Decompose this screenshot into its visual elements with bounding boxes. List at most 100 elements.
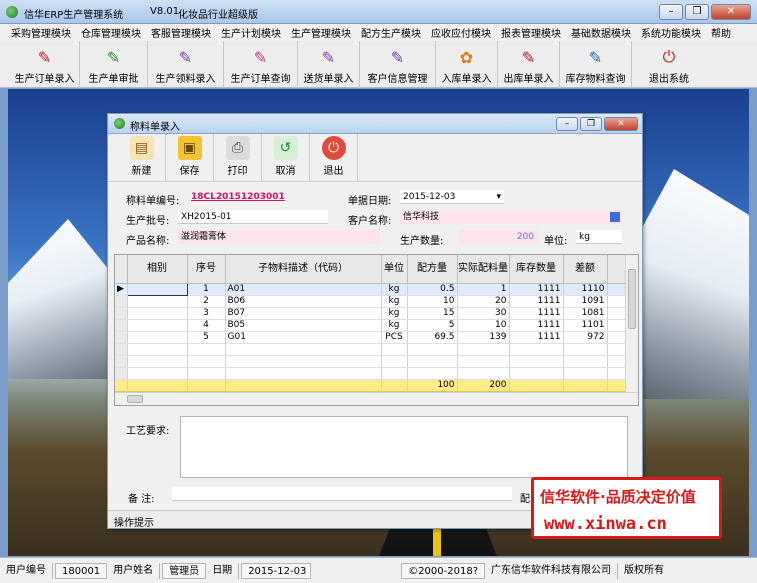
cell-formula[interactable]: 15	[407, 307, 458, 320]
save-button[interactable]: ▣ 保存	[166, 134, 214, 181]
cell-seq[interactable]: 3	[187, 307, 226, 320]
cell-seq[interactable]: 1	[187, 283, 226, 296]
cell-formula[interactable]: 69.5	[407, 331, 458, 344]
cell-desc[interactable]: B07	[225, 307, 382, 320]
menu-purchase[interactable]: 采购管理模块	[6, 25, 76, 40]
cell-actual[interactable]: 1	[457, 283, 510, 296]
col-actual[interactable]: 实际配料量	[457, 255, 510, 284]
toolbar-order-query[interactable]: ✎ 生产订单查询	[224, 41, 298, 88]
dialog-close-button[interactable]: ✕	[604, 117, 638, 131]
restore-button[interactable]: ❐	[685, 4, 709, 20]
col-unit[interactable]: 单位	[381, 255, 408, 284]
toolbar-delivery-entry[interactable]: ✎ 送货单录入	[298, 41, 360, 88]
cell-stock[interactable]: 1111	[509, 319, 564, 332]
cell-unit[interactable]: kg	[381, 307, 408, 320]
table-row[interactable]: 3 B07 kg 15 30 1111 1081	[115, 307, 628, 320]
toolbar-customer-info[interactable]: ✎ 客户信息管理	[360, 41, 436, 88]
cell-group[interactable]	[127, 295, 188, 308]
print-button[interactable]: ⎙ 打印	[214, 134, 262, 181]
cell-actual[interactable]: 10	[457, 319, 510, 332]
customer-field[interactable]: 信华科技	[400, 210, 622, 224]
cell-group[interactable]	[127, 331, 188, 344]
col-seq[interactable]: 序号	[187, 255, 226, 284]
cell-desc[interactable]: A01	[225, 283, 382, 296]
grid-vertical-scrollbar[interactable]	[625, 255, 638, 393]
grid-horizontal-scrollbar[interactable]	[115, 392, 638, 405]
cell-unit[interactable]: kg	[381, 283, 408, 296]
cell-desc[interactable]: B05	[225, 319, 382, 332]
cell-stock[interactable]: 1111	[509, 307, 564, 320]
minimize-button[interactable]: –	[659, 4, 683, 20]
table-row[interactable]: ▶ 1 A01 kg 0.5 1 1111 1110	[115, 282, 628, 296]
toolbar-inventory-query[interactable]: ✎ 库存物料查询	[560, 41, 632, 88]
cell-unit[interactable]: kg	[381, 319, 408, 332]
cell-seq[interactable]: 5	[187, 331, 226, 344]
toolbar-production-approve[interactable]: ✎ 生产单审批	[80, 41, 148, 88]
cell-diff[interactable]: 1110	[563, 283, 608, 296]
menu-help[interactable]: 帮助	[706, 25, 736, 40]
order-no-value[interactable]: 18CL20151203001	[188, 190, 332, 204]
batch-field[interactable]: XH2015-01	[178, 210, 328, 224]
col-formula[interactable]: 配方量	[407, 255, 458, 284]
menu-reports[interactable]: 报表管理模块	[496, 25, 566, 40]
unit-field[interactable]: kg	[576, 230, 622, 244]
table-row[interactable]: 4 B05 kg 5 10 1111 1101	[115, 319, 628, 332]
toolbar-material-pick[interactable]: ✎ 生产领料录入	[148, 41, 224, 88]
cancel-button[interactable]: ↺ 取消	[262, 134, 310, 181]
menu-system[interactable]: 系统功能模块	[636, 25, 706, 40]
product-field[interactable]: 滋润霜膏体	[178, 230, 380, 244]
menu-ar-ap[interactable]: 应收应付模块	[426, 25, 496, 40]
cell-group[interactable]	[127, 319, 188, 332]
col-diff[interactable]: 差额	[563, 255, 608, 284]
cell-seq[interactable]: 2	[187, 295, 226, 308]
cell-diff[interactable]: 972	[563, 331, 608, 344]
cell-unit[interactable]: PCS	[381, 331, 408, 344]
note-input[interactable]	[172, 487, 512, 501]
table-row[interactable]: 5 G01 PCS 69.5 139 1111 972	[115, 331, 628, 344]
chevron-down-icon[interactable]: ▾	[496, 190, 501, 204]
new-button[interactable]: ▤ 新建	[118, 134, 166, 181]
cell-stock[interactable]: 1111	[509, 331, 564, 344]
cell-stock[interactable]: 1111	[509, 283, 564, 296]
date-picker[interactable]: 2015-12-03 ▾	[400, 190, 504, 204]
cell-formula[interactable]: 10	[407, 295, 458, 308]
cell-desc[interactable]: B06	[225, 295, 382, 308]
cell-diff[interactable]: 1081	[563, 307, 608, 320]
main-toolbar: ✎ 生产订单录入 ✎ 生产单审批 ✎ 生产领料录入 ✎ 生产订单查询 ✎ 送货单…	[0, 41, 757, 88]
cell-diff[interactable]: 1101	[563, 319, 608, 332]
dialog-minimize-button[interactable]: –	[556, 117, 578, 131]
table-row[interactable]: 2 B06 kg 10 20 1111 1091	[115, 295, 628, 308]
col-stock[interactable]: 库存数量	[509, 255, 564, 284]
cell-group[interactable]	[126, 282, 188, 296]
cell-formula[interactable]: 0.5	[407, 283, 458, 296]
col-desc[interactable]: 子物料描述（代码）	[225, 255, 382, 284]
process-req-textarea[interactable]	[180, 416, 628, 478]
exit-button[interactable]: ⏻ 退出	[310, 134, 358, 181]
close-button[interactable]: ✕	[711, 4, 751, 20]
col-group[interactable]: 相别	[127, 255, 188, 284]
cell-seq[interactable]: 4	[187, 319, 226, 332]
menu-production[interactable]: 生产管理模块	[286, 25, 356, 40]
toolbar-stock-in[interactable]: ✿ 入库单录入	[436, 41, 498, 88]
cell-actual[interactable]: 20	[457, 295, 510, 308]
lookup-icon[interactable]	[610, 212, 620, 222]
toolbar-stock-out[interactable]: ✎ 出库单录入	[498, 41, 560, 88]
cell-actual[interactable]: 139	[457, 331, 510, 344]
menu-warehouse[interactable]: 仓库管理模块	[76, 25, 146, 40]
menu-formula[interactable]: 配方生产模块	[356, 25, 426, 40]
cell-desc[interactable]: G01	[225, 331, 382, 344]
menu-production-plan[interactable]: 生产计划模块	[216, 25, 286, 40]
product-label: 产品名称:	[126, 236, 170, 247]
cell-diff[interactable]: 1091	[563, 295, 608, 308]
qty-field[interactable]: 200	[458, 230, 538, 244]
menu-customer-service[interactable]: 客服管理模块	[146, 25, 216, 40]
menu-base-data[interactable]: 基础数据模块	[566, 25, 636, 40]
toolbar-production-order-entry[interactable]: ✎ 生产订单录入	[10, 41, 80, 88]
cell-stock[interactable]: 1111	[509, 295, 564, 308]
dialog-restore-button[interactable]: ❐	[580, 117, 602, 131]
toolbar-exit-system[interactable]: ⏻ 退出系统	[632, 41, 706, 88]
cell-unit[interactable]: kg	[381, 295, 408, 308]
cell-group[interactable]	[127, 307, 188, 320]
cell-actual[interactable]: 30	[457, 307, 510, 320]
cell-formula[interactable]: 5	[407, 319, 458, 332]
